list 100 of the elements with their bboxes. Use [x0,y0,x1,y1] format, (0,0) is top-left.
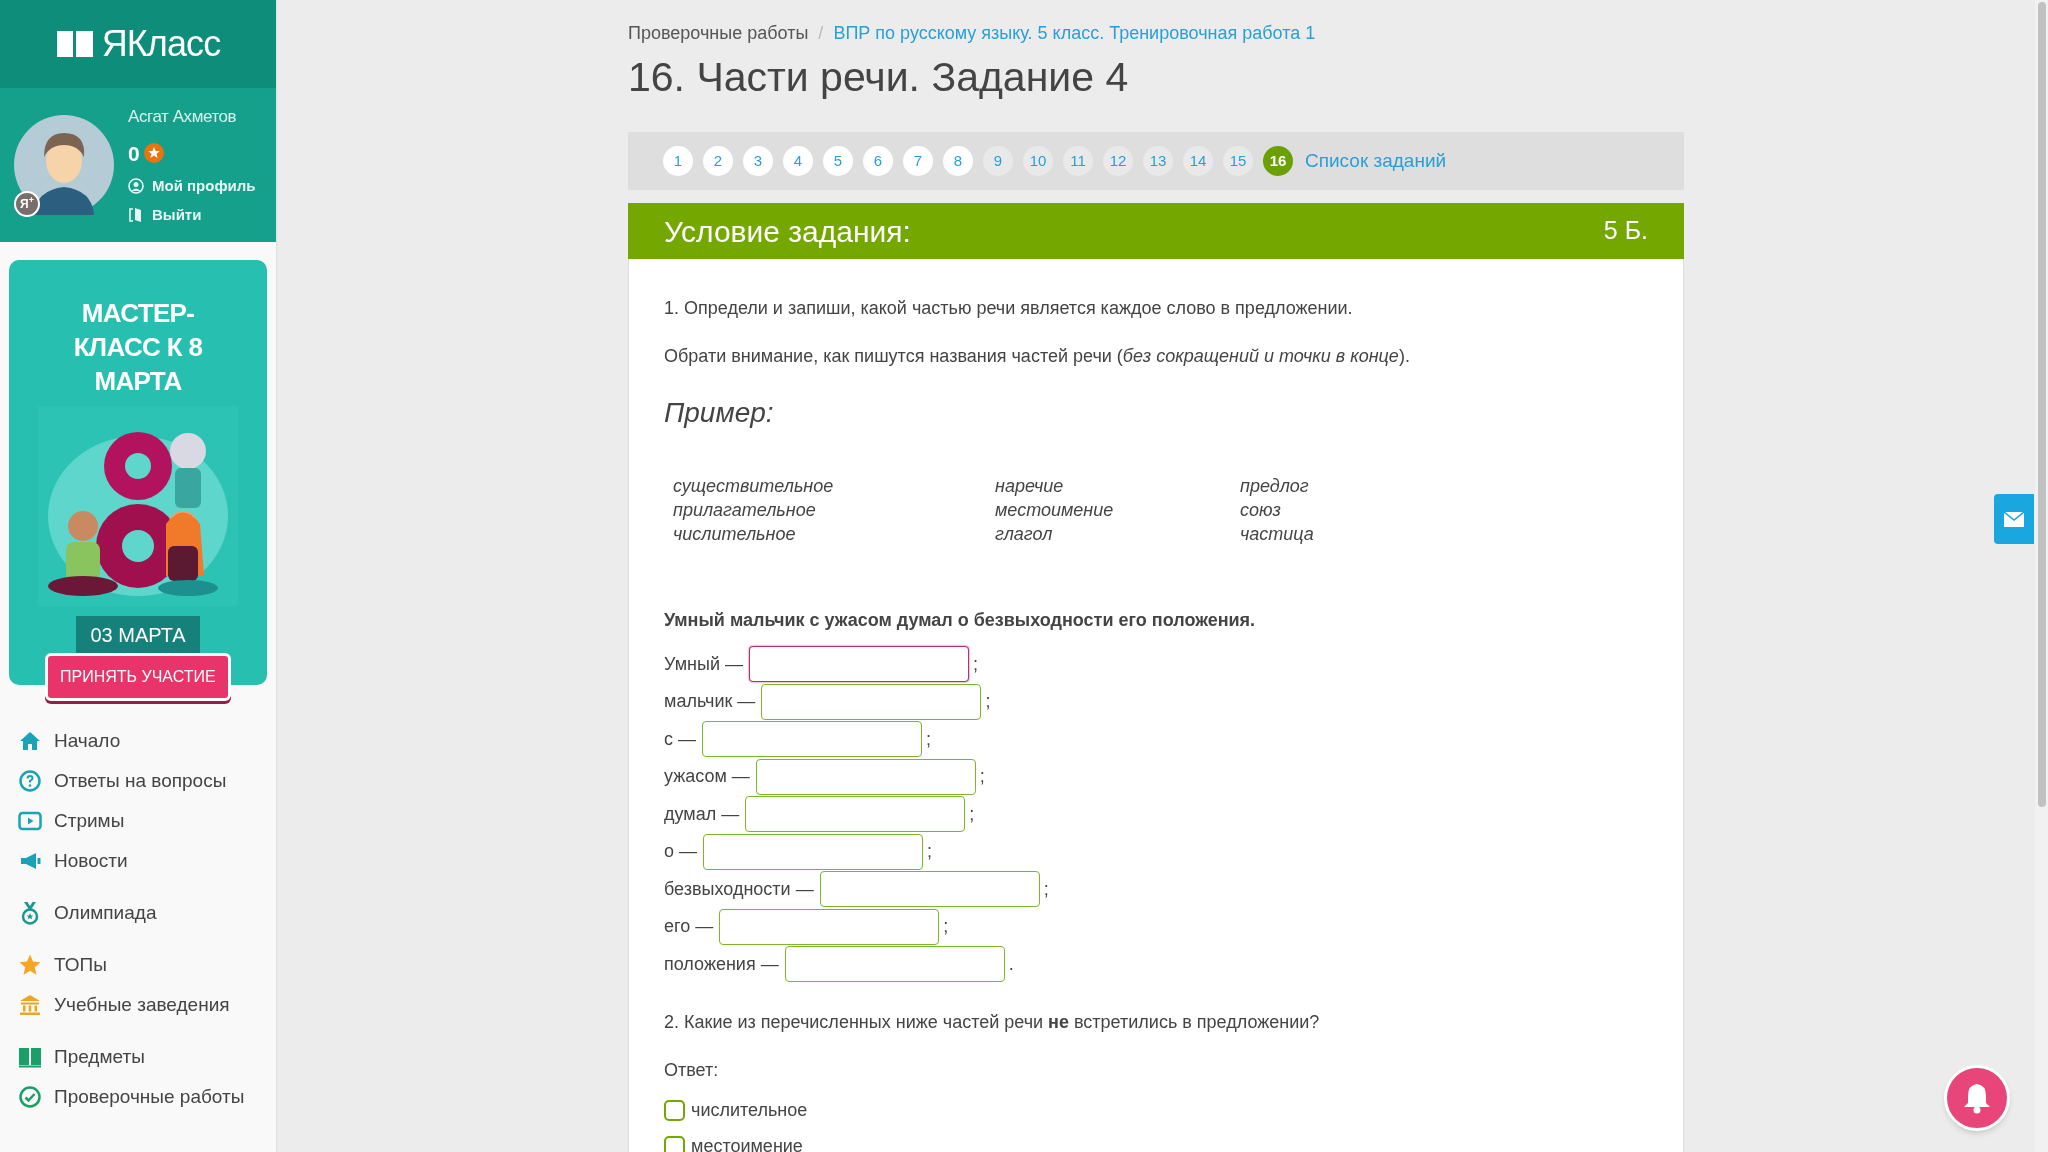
punctuation: . [1008,952,1014,976]
instruction-text: Обрати внимание, как пишутся названия частей речи (без сокращений и точки в конце). [664,345,1411,368]
example-word: прилагательное [673,499,817,522]
answer-field[interactable] [703,833,923,870]
example-heading: Пример: [664,396,775,430]
page-number[interactable]: 14 [1183,146,1213,176]
avatar-badge: Я$^{+}$ [14,191,40,217]
word-label: безвыходности — [664,877,814,901]
profile-icon [128,178,144,195]
page-number[interactable]: 9 [983,146,1013,176]
answer-field[interactable] [702,721,922,757]
answer-field[interactable] [748,646,969,682]
answer-label: Ответ: [664,1059,720,1082]
word-label: с — [664,727,696,751]
score-value: 0 [128,140,140,167]
punctuation: ; [1043,877,1049,901]
book-logo-icon [55,29,94,59]
banner-title: МАСТЕР-КЛАСС К 8 МАРТА [72,297,204,398]
breadcrumb-link[interactable]: Проверочные работы [628,20,809,47]
page-number[interactable]: 8 [943,146,973,176]
word-label: думал — [664,802,740,826]
home-icon [18,729,42,753]
page-number[interactable]: 4 [783,146,813,176]
building-icon [18,993,42,1017]
page-number[interactable]: 12 [1103,146,1133,176]
punctuation: ; [926,727,932,751]
logo-text[interactable]: ЯКласс [101,26,221,62]
nav-link[interactable]: Проверочные работы [54,1082,245,1112]
nav-link[interactable]: Стримы [54,806,125,836]
checkbox[interactable] [664,1135,685,1152]
page-number[interactable]: 3 [743,146,773,176]
help-icon [18,769,42,793]
page-number[interactable]: 15 [1223,146,1253,176]
star-icon [18,953,42,977]
breadcrumb-separator: / [818,22,824,45]
page-number[interactable]: 13 [1143,146,1173,176]
answer-field[interactable] [719,908,940,945]
example-word: существительное [673,475,835,498]
question-text: 2. Какие из перечисленных ниже частей речи не встретились в предложении? [664,1011,1321,1034]
answer-field[interactable] [784,946,1005,982]
answer-field[interactable] [761,683,982,720]
example-word: глагол [995,523,1054,546]
example-word: союз [1240,499,1282,522]
punctuation: ; [969,802,975,826]
example-word: числительное [673,523,797,546]
page-number[interactable]: 16 [1263,146,1293,176]
option-label[interactable]: числительное [691,1096,808,1124]
scrollbar[interactable] [2035,0,2048,1152]
user-name: Асгат Ахметов [128,106,238,128]
example-word: местоимение [995,499,1115,522]
check-circle-icon [18,1085,42,1109]
nav-link[interactable]: Предметы [54,1042,145,1072]
page-title: 16. Части речи. Задание 4 [628,53,1130,102]
book-icon [18,1045,42,1069]
nav-link[interactable]: Ответы на вопросы [54,766,227,796]
word-label: положения — [664,952,779,976]
example-word: наречие [995,475,1065,498]
sentence-text: Умный мальчик с ужасом думал о безвыходности его положения. [664,609,1257,632]
word-label: Умный — [664,652,743,676]
nav-link[interactable]: ТОПы [54,950,107,980]
task-list-link[interactable]: Список заданий [1305,146,1447,176]
checkbox[interactable] [664,1099,685,1121]
punctuation: ; [985,690,991,713]
answer-field[interactable] [819,871,1040,907]
page-number[interactable]: 7 [903,146,933,176]
word-label: мальчик — [664,690,756,713]
notification-button[interactable] [1944,1065,2010,1131]
avatar[interactable] [14,115,114,215]
page-number[interactable]: 11 [1063,146,1093,176]
nav-link[interactable]: Учебные заведения [54,990,230,1020]
feedback-tab[interactable] [1994,494,2034,544]
profile-link[interactable]: Мой профиль [152,175,256,198]
example-word: частица [1240,523,1315,546]
page-number[interactable]: 2 [703,146,733,176]
task-points: 5 Б. [1603,215,1648,247]
banner-date: 03 МАРТА [76,616,200,654]
play-icon [18,809,42,833]
page-number[interactable]: 10 [1023,146,1053,176]
word-label: о — [664,840,697,863]
answer-field[interactable] [745,796,966,832]
bell-icon [1962,1082,1992,1114]
breadcrumb-link[interactable]: ВПР по русскому языку. 5 класс. Тренировочная работа 1 [833,20,1316,47]
door-icon [128,206,144,223]
page-number[interactable]: 1 [663,146,693,176]
logout-link[interactable]: Выйти [152,203,202,226]
nav-link[interactable]: Олимпиада [54,898,157,928]
example-word: предлог [1240,475,1310,498]
punctuation: ; [972,652,978,676]
nav-link[interactable]: Начало [54,726,121,756]
page-number[interactable]: 6 [863,146,893,176]
word-label: ужасом — [664,765,750,788]
task-header-title: Условие задания: [664,213,911,250]
punctuation: ; [927,840,933,863]
option-label[interactable]: местоимение [691,1132,803,1152]
nav-link[interactable]: Новости [54,846,128,876]
answer-field[interactable] [755,758,976,795]
join-button[interactable]: ПРИНЯТЬ УЧАСТИЕ [45,653,231,701]
page-number[interactable]: 5 [823,146,853,176]
word-label: его — [664,915,714,938]
instruction-text: 1. Определи и запиши, какой частью речи является каждое слово в предложении. [664,297,1354,320]
